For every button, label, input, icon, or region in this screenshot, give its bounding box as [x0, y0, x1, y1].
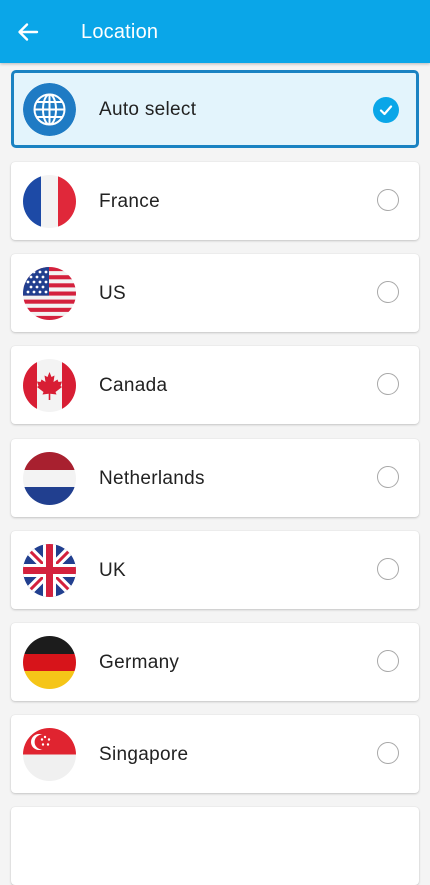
location-label: UK	[99, 560, 126, 581]
location-label: Germany	[99, 652, 180, 673]
location-item-auto-select[interactable]: Auto select	[11, 70, 419, 148]
location-item-netherlands[interactable]: Netherlands	[11, 439, 419, 517]
location-label: Netherlands	[99, 468, 205, 489]
radio-button[interactable]	[377, 466, 399, 488]
location-item-france[interactable]: France	[11, 162, 419, 240]
location-list: Auto select France US Canada Netherlands…	[0, 0, 430, 885]
uk-flag-icon	[23, 544, 76, 597]
location-item-uk[interactable]: UK	[11, 531, 419, 609]
globe-icon	[23, 83, 76, 136]
us-flag-icon	[23, 267, 76, 320]
radio-button[interactable]	[377, 189, 399, 211]
location-label: Canada	[99, 375, 168, 396]
location-label: Auto select	[99, 99, 197, 120]
location-item-singapore[interactable]: Singapore	[11, 715, 419, 793]
radio-button[interactable]	[377, 558, 399, 580]
canada-flag-icon	[23, 359, 76, 412]
arrow-left-icon	[18, 23, 39, 41]
france-flag-icon	[23, 175, 76, 228]
location-item-germany[interactable]: Germany	[11, 623, 419, 701]
singapore-flag-icon	[23, 728, 76, 781]
location-item-canada[interactable]: Canada	[11, 346, 419, 424]
location-label: Singapore	[99, 744, 189, 765]
radio-button[interactable]	[377, 373, 399, 395]
location-item-partial[interactable]	[11, 807, 419, 885]
radio-button[interactable]	[377, 742, 399, 764]
netherlands-flag-icon	[23, 452, 76, 505]
location-label: France	[99, 191, 160, 212]
location-label: US	[99, 283, 126, 304]
app-bar: Location	[0, 0, 430, 63]
radio-button[interactable]	[377, 281, 399, 303]
back-button[interactable]	[6, 10, 50, 54]
page-title: Location	[81, 21, 159, 43]
location-item-us[interactable]: US	[11, 254, 419, 332]
germany-flag-icon	[23, 636, 76, 689]
radio-button[interactable]	[377, 650, 399, 672]
checkmark-icon[interactable]	[373, 97, 399, 123]
